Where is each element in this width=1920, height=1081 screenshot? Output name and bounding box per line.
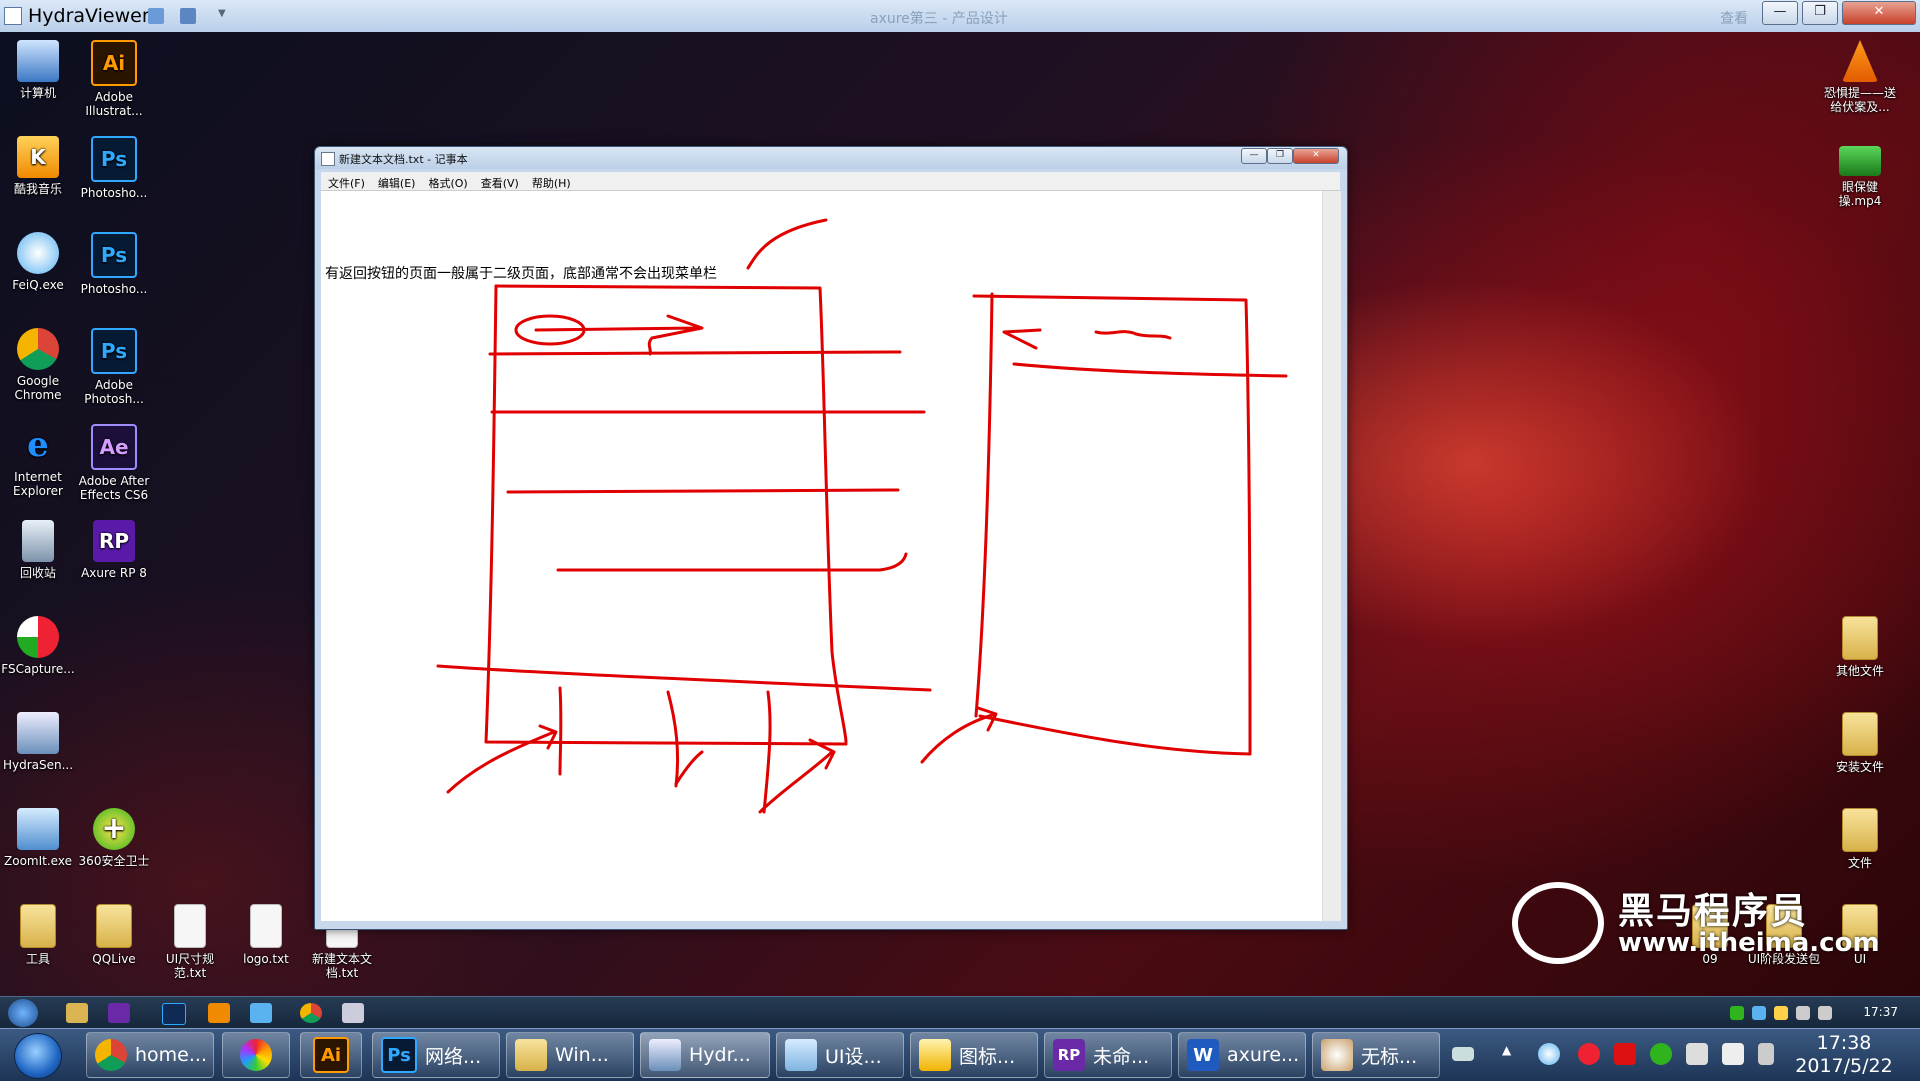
save-icon[interactable] bbox=[180, 8, 196, 24]
volume-icon[interactable] bbox=[1758, 1043, 1774, 1065]
sketch-tabbar-line bbox=[436, 664, 932, 692]
sketch-line-4 bbox=[556, 552, 908, 572]
hydraviewer-icon bbox=[649, 1039, 681, 1071]
taskbar-button-axure[interactable]: RP 未命... bbox=[1044, 1032, 1172, 1078]
sketch-phone-right-left-edge bbox=[974, 292, 994, 718]
inner-tray-icon bbox=[1730, 1006, 1744, 1020]
chrome-icon bbox=[95, 1039, 127, 1071]
sketch-line-1 bbox=[488, 350, 902, 356]
sketch-title-scribble bbox=[1094, 330, 1172, 340]
weibo-tray-icon[interactable] bbox=[1578, 1043, 1600, 1065]
keyboard-icon[interactable] bbox=[1452, 1047, 1474, 1061]
explorer-icon bbox=[515, 1039, 547, 1071]
inner-tray-icon bbox=[1796, 1006, 1810, 1020]
inner-app-icon bbox=[208, 1003, 230, 1023]
antivirus-tray-icon[interactable] bbox=[1614, 1043, 1636, 1065]
inner-explorer-icon bbox=[66, 1003, 88, 1023]
quick-access-icon[interactable] bbox=[148, 8, 164, 24]
taskbar-button-paint[interactable]: 无标... bbox=[1312, 1032, 1440, 1078]
chevron-down-icon[interactable]: ▼ bbox=[218, 8, 228, 24]
axure-icon: RP bbox=[1053, 1039, 1085, 1071]
taskbar-label: Win... bbox=[555, 1044, 609, 1066]
sketch-arrow-tab-2 bbox=[674, 750, 704, 786]
close-button[interactable]: ✕ bbox=[1842, 1, 1916, 25]
network-icon[interactable] bbox=[1686, 1043, 1708, 1065]
taskbar-button-hydraviewer[interactable]: Hydr... bbox=[640, 1032, 770, 1078]
minimize-button[interactable]: — bbox=[1762, 1, 1798, 25]
taskbar-label: 图标... bbox=[959, 1045, 1016, 1068]
picasa-icon bbox=[240, 1039, 272, 1071]
inner-photoshop-icon bbox=[162, 1003, 186, 1025]
notepad-icon bbox=[785, 1039, 817, 1071]
taskbar-label: axure... bbox=[1227, 1044, 1300, 1066]
360-tray-icon[interactable] bbox=[1650, 1043, 1672, 1065]
inner-tray-icon bbox=[1818, 1006, 1832, 1020]
sketch-arrow-tab-3 bbox=[758, 738, 836, 814]
sketch-line-3 bbox=[506, 488, 900, 494]
app-icon bbox=[4, 7, 22, 25]
inner-chrome-icon bbox=[300, 1003, 322, 1023]
sketch-arrow-tab-1 bbox=[446, 724, 558, 794]
ghost-window-title: axure第三 - 产品设计 bbox=[870, 11, 1008, 27]
start-button[interactable] bbox=[14, 1033, 62, 1079]
sketch-stroke-top bbox=[746, 218, 828, 270]
maximize-button[interactable]: ❐ bbox=[1802, 1, 1838, 25]
sketch-arrow-1 bbox=[534, 314, 704, 356]
red-sketch-annotation bbox=[436, 218, 1288, 814]
taskbar-button-notepad[interactable]: UI设... bbox=[776, 1032, 904, 1078]
taskbar-button-illustrator[interactable]: Ai bbox=[300, 1032, 362, 1078]
taskbar-button-word[interactable]: W axure... bbox=[1178, 1032, 1306, 1078]
usb-icon[interactable] bbox=[1722, 1043, 1744, 1065]
taskbar-label: 网络... bbox=[425, 1045, 482, 1068]
inner-tray-icon bbox=[1774, 1006, 1788, 1020]
clock-time: 17:38 bbox=[1816, 1032, 1872, 1054]
inner-hydra-icon bbox=[342, 1003, 364, 1023]
host-title-bar: HydraViewer ▼ axure第三 - 产品设计 查看 — ❐ ✕ bbox=[0, 0, 1920, 33]
watermark-url: www.itheima.com bbox=[1618, 928, 1880, 958]
desktop: 计算机 Ai Adobe Illustrat... K 酷我音乐 Ps Phot… bbox=[0, 32, 1920, 1028]
taskbar-label: UI设... bbox=[825, 1045, 882, 1068]
taskbar-label: 无标... bbox=[1361, 1045, 1418, 1068]
tray-expand-icon[interactable]: ▲ bbox=[1502, 1043, 1516, 1065]
inner-start-icon bbox=[8, 999, 38, 1027]
app-title: HydraViewer bbox=[28, 5, 150, 27]
inner-tray-icon bbox=[1752, 1006, 1766, 1020]
watermark-name: 黑马程序员 bbox=[1618, 891, 1809, 932]
taskbar-label: Hydr... bbox=[689, 1044, 751, 1066]
sketch-arrow-right bbox=[920, 706, 998, 764]
word-icon: W bbox=[1187, 1039, 1219, 1071]
sketch-tab-dividers bbox=[558, 686, 772, 814]
taskbar-clock[interactable]: 17:38 2017/5/22 bbox=[1788, 1032, 1900, 1078]
inner-clock: 17:37 bbox=[1863, 1005, 1898, 1019]
taskbar-label: home... bbox=[135, 1044, 207, 1066]
taskbar-label: 未命... bbox=[1093, 1045, 1150, 1068]
inner-feiq-icon bbox=[250, 1003, 272, 1023]
clock-date: 2017/5/22 bbox=[1795, 1055, 1893, 1077]
horse-logo-icon bbox=[1512, 882, 1604, 964]
taskbar: home... Ai Ps 网络... Win... Hydr... UI设..… bbox=[0, 1028, 1920, 1081]
taskbar-button-picasa[interactable] bbox=[222, 1032, 290, 1078]
sketch-back-arrow bbox=[1002, 328, 1042, 350]
brand-watermark: 黑马程序员 www.itheima.com bbox=[1510, 882, 1880, 982]
sketch-right-header-line bbox=[1012, 362, 1288, 378]
feiq-tray-icon[interactable] bbox=[1538, 1043, 1560, 1065]
image-viewer-icon bbox=[919, 1039, 951, 1071]
illustrator-icon: Ai bbox=[313, 1037, 349, 1073]
taskbar-button-image-viewer[interactable]: 图标... bbox=[910, 1032, 1038, 1078]
paint-icon bbox=[1321, 1039, 1353, 1071]
taskbar-button-photoshop[interactable]: Ps 网络... bbox=[372, 1032, 500, 1078]
taskbar-button-chrome[interactable]: home... bbox=[86, 1032, 214, 1078]
ghost-window-menu: 查看 bbox=[1720, 11, 1748, 27]
inner-axure-icon bbox=[108, 1003, 130, 1023]
taskbar-button-explorer[interactable]: Win... bbox=[506, 1032, 634, 1078]
photoshop-icon: Ps bbox=[381, 1037, 417, 1073]
inner-taskbar: 17:37 bbox=[0, 996, 1920, 1028]
